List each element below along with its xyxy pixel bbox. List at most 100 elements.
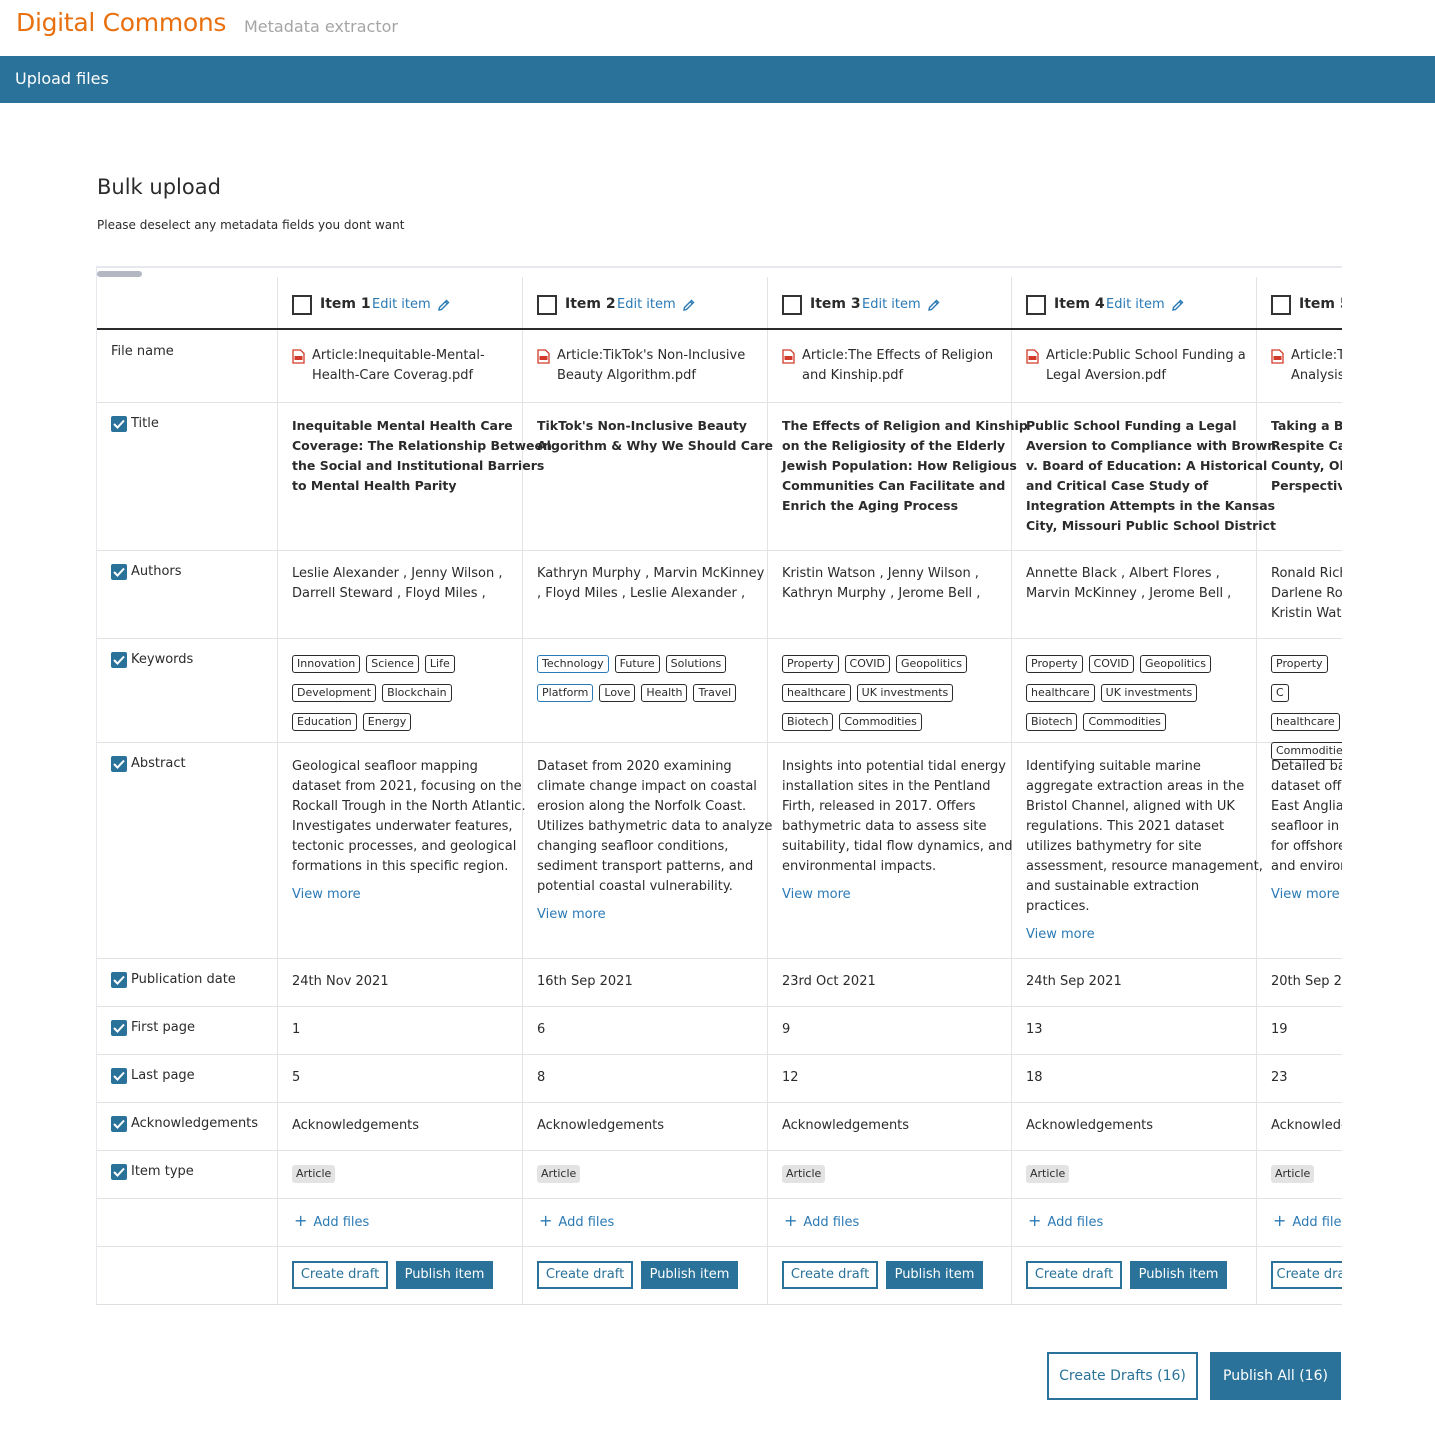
add-files-link[interactable]: + Add files <box>1273 1211 1342 1230</box>
create-drafts-all-button[interactable]: Create Drafts (16) <box>1047 1352 1198 1400</box>
publish-item-button[interactable]: Publish item <box>396 1261 493 1289</box>
publish-item-button[interactable]: Publish item <box>886 1261 983 1289</box>
keyword-tag[interactable]: Commodities <box>839 713 922 731</box>
item-authors-text: Kristin Wats <box>1271 606 1342 621</box>
item-abstract-text: tectonic processes, and geological <box>292 839 517 854</box>
create-draft-button[interactable]: Create draft <box>292 1261 388 1289</box>
keyword-tag[interactable]: Love <box>599 684 636 702</box>
pencil-icon[interactable] <box>927 297 941 311</box>
row-checkbox-authors[interactable] <box>111 564 127 580</box>
add-files-label[interactable]: Add files <box>313 1215 369 1230</box>
item-acknowledgements: Acknowledgements <box>1026 1118 1154 1133</box>
view-more-link[interactable]: View more <box>1271 885 1340 905</box>
checkmark-icon <box>113 1119 125 1129</box>
pencil-icon[interactable] <box>1171 297 1185 311</box>
row-checkbox-item-type[interactable] <box>111 1164 127 1180</box>
item-acknowledgements: Acknowledgements <box>782 1118 910 1133</box>
row-divider <box>97 1150 1342 1151</box>
brand-logo[interactable]: Digital Commons <box>16 8 226 37</box>
plus-icon[interactable]: + <box>1273 1211 1286 1230</box>
view-more-link[interactable]: View more <box>1026 925 1095 945</box>
keyword-tag[interactable]: Technology <box>537 655 609 673</box>
keyword-tag[interactable]: Property <box>1026 655 1083 673</box>
keyword-tag[interactable]: C <box>1271 684 1289 702</box>
view-more-link[interactable]: View more <box>292 885 361 905</box>
add-files-link[interactable]: + Add files <box>294 1211 369 1230</box>
edit-item-link[interactable]: Edit item <box>372 297 431 312</box>
view-more-link[interactable]: View more <box>537 905 606 925</box>
create-draft-button[interactable]: Create draft <box>782 1261 878 1289</box>
create-draft-button[interactable]: Create dra <box>1271 1261 1342 1289</box>
keyword-tag[interactable]: UK investments <box>856 684 954 702</box>
keyword-tag[interactable]: Life <box>424 655 455 673</box>
item-select-checkbox[interactable] <box>1271 295 1291 315</box>
publish-item-button[interactable]: Publish item <box>641 1261 738 1289</box>
add-files-link[interactable]: + Add files <box>784 1211 859 1230</box>
keyword-tag[interactable]: Property <box>782 655 839 673</box>
item-abstract-text: suitability, tidal flow dynamics, and <box>782 839 1013 854</box>
keyword-tag[interactable]: Biotech <box>1026 713 1078 731</box>
publish-item-button[interactable]: Publish item <box>1130 1261 1227 1289</box>
item-select-checkbox[interactable] <box>782 295 802 315</box>
row-checkbox-title[interactable] <box>111 416 127 432</box>
row-checkbox-publication-date[interactable] <box>111 972 127 988</box>
view-more-link[interactable]: View more <box>782 885 851 905</box>
nav-upload-files[interactable]: Upload files <box>15 69 109 88</box>
keyword-tag[interactable]: Energy <box>362 713 412 731</box>
publish-all-button[interactable]: Publish All (16) <box>1210 1352 1341 1400</box>
pencil-icon[interactable] <box>437 297 451 311</box>
item-title-text: the Social and Institutional Barriers <box>292 458 545 473</box>
create-draft-button[interactable]: Create draft <box>537 1261 633 1289</box>
plus-icon[interactable]: + <box>784 1211 797 1230</box>
edit-item-link[interactable]: Edit item <box>862 297 921 312</box>
keyword-tag[interactable]: Commodities <box>1083 713 1166 731</box>
keyword-tag[interactable]: Education <box>292 713 357 731</box>
item-select-checkbox[interactable] <box>1026 295 1046 315</box>
add-files-link[interactable]: + Add files <box>539 1211 614 1230</box>
keyword-tag[interactable]: Biotech <box>782 713 834 731</box>
row-checkbox-acknowledgements[interactable] <box>111 1116 127 1132</box>
horizontal-scrollbar-thumb[interactable] <box>97 271 142 277</box>
item-select-checkbox[interactable] <box>537 295 557 315</box>
keyword-tag[interactable]: healthcare <box>1271 713 1340 731</box>
add-files-label[interactable]: Add files <box>803 1215 859 1230</box>
keyword-tag[interactable]: Geopolitics <box>1139 655 1211 673</box>
keyword-tag[interactable]: Innovation <box>292 655 361 673</box>
edit-item-link[interactable]: Edit item <box>617 297 676 312</box>
add-files-label[interactable]: Add files <box>1292 1215 1342 1230</box>
row-divider <box>97 1006 1342 1007</box>
keyword-tag[interactable]: Science <box>366 655 419 673</box>
keyword-tag[interactable]: Blockchain <box>382 684 452 702</box>
item-select-checkbox[interactable] <box>292 295 312 315</box>
edit-item-link[interactable]: Edit item <box>1106 297 1165 312</box>
plus-icon[interactable]: + <box>539 1211 552 1230</box>
add-files-label[interactable]: Add files <box>558 1215 614 1230</box>
keyword-tag[interactable]: COVID <box>1088 655 1134 673</box>
bulk-upload-grid: File name Title Authors Keywords Abstract Pub… <box>96 266 1342 1305</box>
keyword-tag[interactable]: Travel <box>693 684 737 702</box>
keyword-tag[interactable]: Geopolitics <box>895 655 967 673</box>
row-checkbox-keywords[interactable] <box>111 652 127 668</box>
plus-icon[interactable]: + <box>1028 1211 1041 1230</box>
row-checkbox-abstract[interactable] <box>111 756 127 772</box>
pencil-icon[interactable] <box>682 297 696 311</box>
keyword-tag[interactable]: Future <box>614 655 660 673</box>
add-files-link[interactable]: + Add files <box>1028 1211 1103 1230</box>
add-files-label[interactable]: Add files <box>1047 1215 1103 1230</box>
keyword-tag[interactable]: healthcare <box>782 684 851 702</box>
keyword-tag[interactable]: Platform <box>537 684 594 702</box>
keyword-tag[interactable]: Solutions <box>665 655 727 673</box>
file-name-text: Analysis <box>1291 368 1342 383</box>
pdf-file-icon <box>1271 349 1284 364</box>
keyword-tag[interactable]: UK investments <box>1100 684 1198 702</box>
plus-icon[interactable]: + <box>294 1211 307 1230</box>
keyword-tag[interactable]: healthcare <box>1026 684 1095 702</box>
keyword-tag[interactable]: Development <box>292 684 377 702</box>
keyword-tag[interactable]: Property <box>1271 655 1328 673</box>
keyword-tag[interactable]: Health <box>641 684 688 702</box>
create-draft-button[interactable]: Create draft <box>1026 1261 1122 1289</box>
keyword-tag[interactable]: COVID <box>844 655 890 673</box>
row-checkbox-last-page[interactable] <box>111 1068 127 1084</box>
keyword-tags: Innovation Science Life Development Blockcha… <box>292 652 518 739</box>
row-checkbox-first-page[interactable] <box>111 1020 127 1036</box>
